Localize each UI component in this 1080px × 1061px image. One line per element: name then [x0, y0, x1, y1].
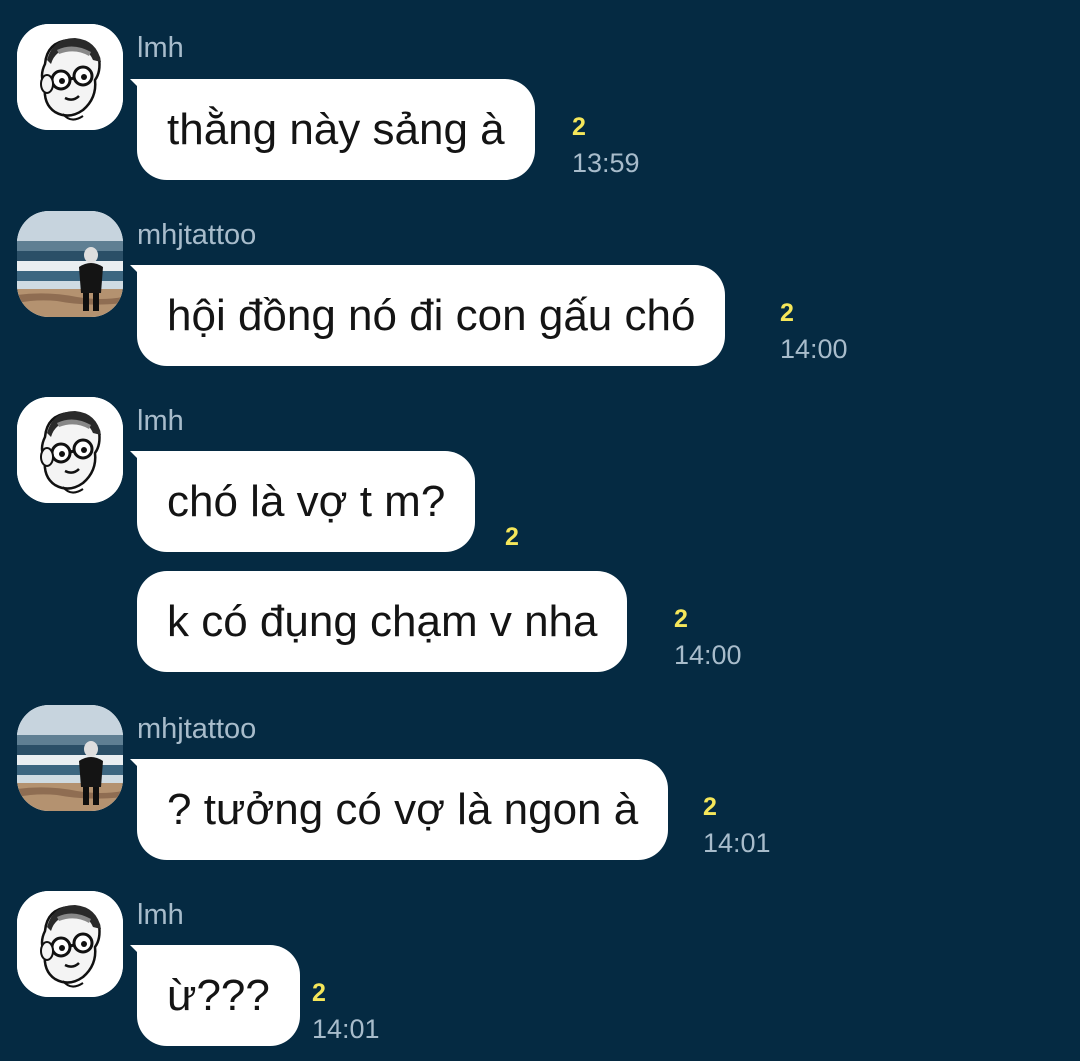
- sender-name: lmh: [137, 405, 184, 437]
- unread-count-badge: 2: [505, 523, 519, 551]
- message-bubble[interactable]: chó là vợ t m?: [137, 451, 476, 552]
- sender-name: lmh: [137, 32, 184, 64]
- message-bubble[interactable]: thằng này sảng à: [137, 79, 535, 180]
- message-timestamp: 14:01: [312, 1014, 380, 1044]
- avatar[interactable]: [17, 705, 123, 811]
- message-bubble[interactable]: hội đồng nó đi con gấu chó: [137, 265, 726, 366]
- unread-count-badge: 2: [572, 113, 586, 141]
- message-timestamp: 14:00: [780, 334, 848, 364]
- message-bubble[interactable]: k có đụng chạm v nha: [137, 571, 628, 672]
- beach-photo-avatar-icon: [17, 211, 123, 317]
- sender-name: mhjtattoo: [137, 219, 257, 251]
- sender-name: lmh: [137, 899, 184, 931]
- message-timestamp: 14:00: [674, 640, 742, 670]
- unread-count-badge: 2: [312, 979, 326, 1007]
- avatar[interactable]: [17, 891, 123, 997]
- unread-count-badge: 2: [674, 605, 688, 633]
- avatar[interactable]: [17, 211, 123, 317]
- avatar[interactable]: [17, 397, 123, 503]
- message-bubble[interactable]: ừ???: [137, 945, 300, 1046]
- unread-count-badge: 2: [780, 299, 794, 327]
- beach-photo-avatar-icon: [17, 705, 123, 811]
- message-timestamp: 14:01: [703, 828, 771, 858]
- cartoon-avatar-icon: [17, 24, 123, 130]
- cartoon-avatar-icon: [17, 891, 123, 997]
- cartoon-avatar-icon: [17, 397, 123, 503]
- avatar[interactable]: [17, 24, 123, 130]
- message-timestamp: 13:59: [572, 148, 640, 178]
- unread-count-badge: 2: [703, 793, 717, 821]
- message-bubble[interactable]: ? tưởng có vợ là ngon à: [137, 759, 669, 860]
- sender-name: mhjtattoo: [137, 713, 257, 745]
